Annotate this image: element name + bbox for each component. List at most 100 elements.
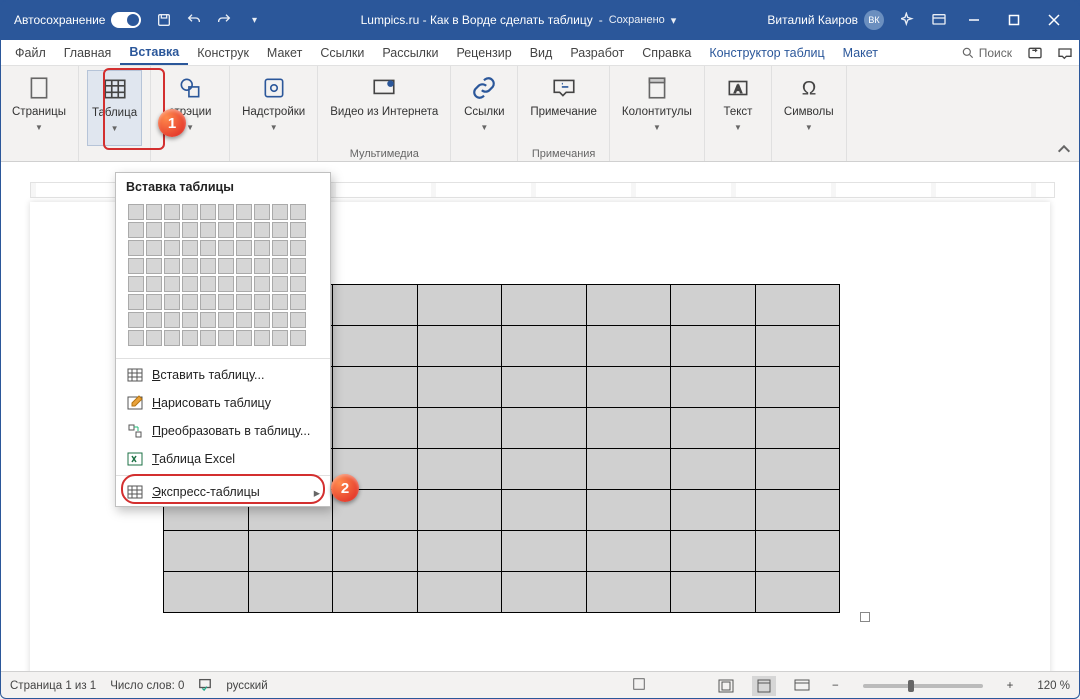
menu-insert-table[interactable]: ВВставить таблицу...ставить таблицу...: [116, 361, 330, 389]
grid-cell[interactable]: [146, 240, 162, 256]
user-account[interactable]: Виталий Каиров ВК: [767, 10, 884, 30]
grid-cell[interactable]: [200, 294, 216, 310]
table-cell[interactable]: [248, 531, 333, 572]
grid-cell[interactable]: [218, 330, 234, 346]
grid-cell[interactable]: [164, 258, 180, 274]
menu-quick-tables[interactable]: Экспресс-таблицы ▸: [116, 478, 330, 506]
table-cell[interactable]: [755, 326, 840, 367]
tab-help[interactable]: Справка: [633, 42, 700, 64]
grid-cell[interactable]: [182, 240, 198, 256]
grid-cell[interactable]: [146, 204, 162, 220]
tab-table-design[interactable]: Конструктор таблиц: [700, 42, 833, 64]
tab-design[interactable]: Конструк: [188, 42, 258, 64]
table-cell[interactable]: [164, 531, 249, 572]
grid-cell[interactable]: [218, 258, 234, 274]
menu-excel-spreadsheet[interactable]: Таблица Excel: [116, 445, 330, 473]
grid-cell[interactable]: [272, 240, 288, 256]
table-cell[interactable]: [502, 490, 587, 531]
table-cell[interactable]: [755, 367, 840, 408]
online-video-button[interactable]: Видео из Интернета: [326, 70, 442, 146]
grid-cell[interactable]: [290, 294, 306, 310]
table-cell[interactable]: [671, 572, 756, 613]
maximize-button[interactable]: [994, 0, 1034, 40]
grid-cell[interactable]: [128, 294, 144, 310]
grid-cell[interactable]: [254, 240, 270, 256]
table-cell[interactable]: [586, 572, 671, 613]
menu-draw-table[interactable]: Нарисовать таблицу: [116, 389, 330, 417]
tab-references[interactable]: Ссылки: [311, 42, 373, 64]
grid-cell[interactable]: [218, 276, 234, 292]
close-button[interactable]: [1034, 0, 1074, 40]
grid-cell[interactable]: [272, 204, 288, 220]
macro-icon[interactable]: [632, 677, 646, 694]
zoom-slider[interactable]: [863, 684, 983, 688]
menu-convert-to-table[interactable]: Преобразовать в таблицу...: [116, 417, 330, 445]
grid-cell[interactable]: [128, 204, 144, 220]
grid-cell[interactable]: [164, 294, 180, 310]
table-cell[interactable]: [755, 572, 840, 613]
table-cell[interactable]: [502, 449, 587, 490]
table-cell[interactable]: [586, 367, 671, 408]
grid-cell[interactable]: [290, 276, 306, 292]
grid-cell[interactable]: [290, 240, 306, 256]
tab-developer[interactable]: Разработ: [561, 42, 633, 64]
grid-cell[interactable]: [236, 294, 252, 310]
table-cell[interactable]: [586, 531, 671, 572]
grid-cell[interactable]: [200, 258, 216, 274]
symbols-button[interactable]: Ω Символы ▼: [780, 70, 838, 146]
table-cell[interactable]: [417, 531, 502, 572]
table-cell[interactable]: [671, 367, 756, 408]
table-cell[interactable]: [333, 326, 418, 367]
pages-button[interactable]: Страницы ▼: [8, 70, 70, 146]
tab-review[interactable]: Рецензир: [447, 42, 520, 64]
table-cell[interactable]: [502, 408, 587, 449]
table-cell[interactable]: [333, 572, 418, 613]
grid-cell[interactable]: [164, 222, 180, 238]
grid-cell[interactable]: [218, 222, 234, 238]
tab-view[interactable]: Вид: [521, 42, 562, 64]
grid-cell[interactable]: [128, 222, 144, 238]
grid-cell[interactable]: [164, 204, 180, 220]
table-size-grid[interactable]: [116, 200, 330, 356]
view-web-layout-button[interactable]: [790, 676, 814, 696]
grid-cell[interactable]: [272, 330, 288, 346]
grid-cell[interactable]: [290, 258, 306, 274]
table-cell[interactable]: [417, 490, 502, 531]
table-cell[interactable]: [671, 490, 756, 531]
grid-cell[interactable]: [146, 330, 162, 346]
grid-cell[interactable]: [254, 204, 270, 220]
table-cell[interactable]: [586, 285, 671, 326]
table-cell[interactable]: [248, 572, 333, 613]
tab-mailings[interactable]: Рассылки: [373, 42, 447, 64]
grid-cell[interactable]: [290, 204, 306, 220]
grid-cell[interactable]: [182, 222, 198, 238]
grid-cell[interactable]: [200, 240, 216, 256]
table-cell[interactable]: [671, 531, 756, 572]
table-cell[interactable]: [502, 367, 587, 408]
table-cell[interactable]: [671, 326, 756, 367]
page-indicator[interactable]: Страница 1 из 1: [10, 680, 96, 692]
grid-cell[interactable]: [254, 276, 270, 292]
table-cell[interactable]: [586, 490, 671, 531]
table-cell[interactable]: [417, 408, 502, 449]
grid-cell[interactable]: [236, 204, 252, 220]
table-cell[interactable]: [417, 285, 502, 326]
undo-icon[interactable]: [181, 7, 207, 33]
table-cell[interactable]: [417, 572, 502, 613]
addins-button[interactable]: Надстройки ▼: [238, 70, 309, 146]
grid-cell[interactable]: [290, 312, 306, 328]
table-cell[interactable]: [333, 408, 418, 449]
autosave-toggle[interactable]: Автосохранение: [6, 12, 149, 28]
zoom-thumb[interactable]: [908, 680, 914, 692]
zoom-in-button[interactable]: +: [1003, 680, 1018, 692]
grid-cell[interactable]: [164, 330, 180, 346]
grid-cell[interactable]: [272, 258, 288, 274]
table-cell[interactable]: [417, 326, 502, 367]
tab-file[interactable]: Файл: [6, 42, 55, 64]
grid-cell[interactable]: [254, 222, 270, 238]
table-cell[interactable]: [502, 326, 587, 367]
grid-cell[interactable]: [200, 276, 216, 292]
grid-cell[interactable]: [254, 330, 270, 346]
table-cell[interactable]: [671, 449, 756, 490]
word-count[interactable]: Число слов: 0: [110, 680, 184, 692]
